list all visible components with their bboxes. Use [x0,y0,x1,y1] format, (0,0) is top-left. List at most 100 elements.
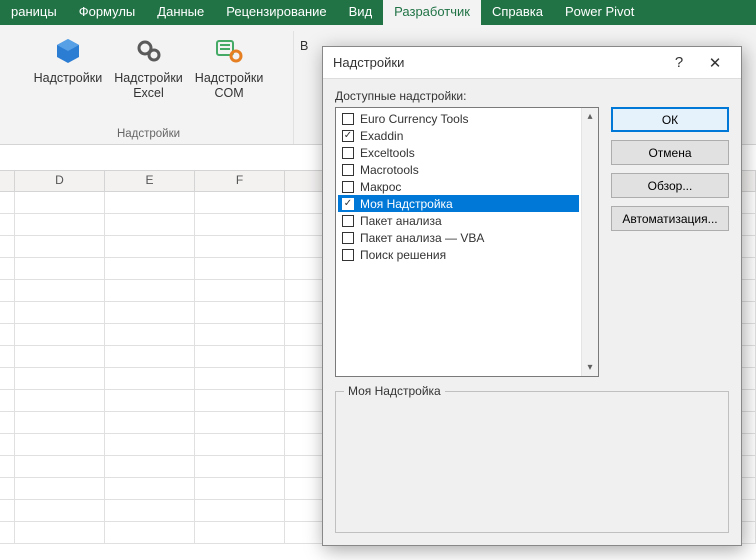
cell[interactable] [195,500,285,521]
cell[interactable] [195,412,285,433]
cell[interactable] [15,390,105,411]
cell[interactable] [0,214,15,235]
list-item[interactable]: Euro Currency Tools [338,110,579,127]
cell[interactable] [0,302,15,323]
checkbox[interactable] [342,249,354,261]
cell[interactable] [195,390,285,411]
addins-button[interactable]: Надстройки [28,31,109,88]
cell[interactable] [195,456,285,477]
checkbox[interactable] [342,181,354,193]
automation-button[interactable]: Автоматизация... [611,206,729,231]
com-addins-button[interactable]: Надстройки COM [189,31,270,103]
cell[interactable] [15,346,105,367]
cell[interactable] [15,302,105,323]
cell[interactable] [195,302,285,323]
cancel-button[interactable]: Отмена [611,140,729,165]
cell[interactable] [15,280,105,301]
cell[interactable] [15,456,105,477]
scroll-down-icon[interactable]: ▾ [582,359,598,376]
tab-разработчик[interactable]: Разработчик [383,0,481,25]
cell[interactable] [195,280,285,301]
cell[interactable] [105,324,195,345]
cell[interactable] [15,434,105,455]
cell[interactable] [0,522,15,543]
list-item[interactable]: Поиск решения [338,246,579,263]
cell[interactable] [15,412,105,433]
cell[interactable] [0,390,15,411]
ribbon-partial-button[interactable]: В [294,31,308,144]
list-item[interactable]: Макрос [338,178,579,195]
cell[interactable] [105,390,195,411]
col-header-D[interactable]: D [15,171,105,191]
addins-list[interactable]: Euro Currency ToolsExaddinExceltoolsMacr… [335,107,599,377]
cell[interactable] [0,434,15,455]
cell[interactable] [0,368,15,389]
cell[interactable] [195,368,285,389]
cell[interactable] [15,324,105,345]
cell[interactable] [0,478,15,499]
tab-формулы[interactable]: Формулы [68,0,147,25]
cell[interactable] [195,192,285,213]
checkbox[interactable] [342,147,354,159]
cell[interactable] [195,434,285,455]
tab-рецензирование[interactable]: Рецензирование [215,0,337,25]
list-item[interactable]: Exaddin [338,127,579,144]
col-header-blank[interactable] [0,171,15,191]
cell[interactable] [15,258,105,279]
cell[interactable] [105,236,195,257]
checkbox[interactable] [342,215,354,227]
cell[interactable] [0,346,15,367]
cell[interactable] [105,302,195,323]
checkbox[interactable] [342,232,354,244]
close-button[interactable]: ✕ [697,49,733,77]
scroll-up-icon[interactable]: ▴ [582,108,598,125]
cell[interactable] [15,500,105,521]
checkbox[interactable] [342,130,354,142]
cell[interactable] [105,258,195,279]
cell[interactable] [105,346,195,367]
cell[interactable] [105,434,195,455]
checkbox[interactable] [342,198,354,210]
cell[interactable] [195,214,285,235]
cell[interactable] [105,456,195,477]
cell[interactable] [105,214,195,235]
scrollbar[interactable]: ▴ ▾ [581,108,598,376]
list-item[interactable]: Моя Надстройка [338,195,579,212]
cell[interactable] [0,258,15,279]
browse-button[interactable]: Обзор... [611,173,729,198]
tab-вид[interactable]: Вид [338,0,384,25]
ok-button[interactable]: ОК [611,107,729,132]
checkbox[interactable] [342,164,354,176]
cell[interactable] [195,478,285,499]
tab-раницы[interactable]: раницы [0,0,68,25]
cell[interactable] [105,478,195,499]
list-item[interactable]: Пакет анализа [338,212,579,229]
cell[interactable] [15,478,105,499]
cell[interactable] [105,192,195,213]
col-header-E[interactable]: E [105,171,195,191]
checkbox[interactable] [342,113,354,125]
dialog-titlebar[interactable]: Надстройки ? ✕ [323,47,741,79]
cell[interactable] [0,236,15,257]
cell[interactable] [15,368,105,389]
cell[interactable] [195,522,285,543]
col-header-F[interactable]: F [195,171,285,191]
cell[interactable] [195,236,285,257]
list-item[interactable]: Macrotools [338,161,579,178]
cell[interactable] [0,412,15,433]
cell[interactable] [0,500,15,521]
help-button[interactable]: ? [661,49,697,77]
tab-power-pivot[interactable]: Power Pivot [554,0,645,25]
tab-справка[interactable]: Справка [481,0,554,25]
cell[interactable] [105,412,195,433]
cell[interactable] [105,522,195,543]
cell[interactable] [15,236,105,257]
tab-данные[interactable]: Данные [146,0,215,25]
cell[interactable] [105,368,195,389]
cell[interactable] [0,192,15,213]
list-item[interactable]: Exceltools [338,144,579,161]
cell[interactable] [0,456,15,477]
list-item[interactable]: Пакет анализа — VBA [338,229,579,246]
cell[interactable] [105,280,195,301]
cell[interactable] [195,258,285,279]
